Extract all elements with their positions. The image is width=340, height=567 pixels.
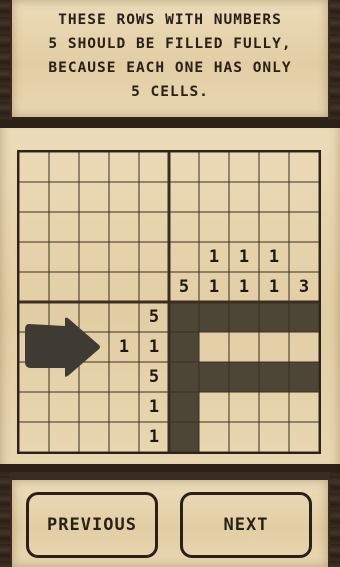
- filled-cell[interactable]: [169, 392, 199, 422]
- instruction-text: These rows with numbers 5 should be fill…: [18, 8, 322, 104]
- filled-cell[interactable]: [199, 302, 229, 332]
- column-clue: 3: [299, 277, 309, 297]
- instruction-line: 5 cells.: [131, 84, 209, 100]
- filled-cell[interactable]: [169, 362, 199, 392]
- row-clue: 1: [149, 427, 159, 447]
- filled-cell[interactable]: [259, 362, 289, 392]
- column-clue: 1: [239, 247, 249, 267]
- filled-cell[interactable]: [289, 362, 319, 392]
- instruction-line: These rows with numbers: [58, 12, 282, 28]
- nonogram-grid[interactable]: 51111113511511: [17, 150, 321, 454]
- grid-canvas[interactable]: 5111111 351 1511: [19, 152, 319, 452]
- filled-cell[interactable]: [229, 362, 259, 392]
- row-clue: 5: [149, 307, 159, 327]
- column-clue: 1: [239, 277, 249, 297]
- board-panel: 51111113511511: [0, 120, 340, 472]
- filled-cell[interactable]: [289, 302, 319, 332]
- filled-cell[interactable]: [169, 302, 199, 332]
- previous-button[interactable]: Previous: [26, 492, 158, 558]
- filled-cell[interactable]: [169, 332, 199, 362]
- column-clue: 1: [269, 277, 279, 297]
- instruction-line: 5 should be filled fully,: [48, 36, 292, 52]
- filled-cell[interactable]: [229, 302, 259, 332]
- next-button[interactable]: Next: [180, 492, 312, 558]
- navigation-panel: Previous Next: [12, 480, 328, 567]
- column-clue: 1: [209, 247, 219, 267]
- row-clue: 5: [149, 367, 159, 387]
- filled-cell[interactable]: [259, 302, 289, 332]
- filled-cell[interactable]: [169, 422, 199, 452]
- column-clue: 1: [269, 247, 279, 267]
- bottom-separator: [0, 464, 340, 472]
- row-clue: 1: [149, 397, 159, 417]
- row-clue: 1: [119, 337, 129, 357]
- row-clue: 1: [149, 337, 159, 357]
- instruction-line: because each one has only: [48, 60, 292, 76]
- filled-cell[interactable]: [199, 362, 229, 392]
- instruction-panel: These rows with numbers 5 should be fill…: [12, 0, 328, 120]
- column-clue: 5: [179, 277, 189, 297]
- column-clue: 1: [209, 277, 219, 297]
- arrow-right-icon: [25, 317, 100, 377]
- top-separator: [0, 120, 340, 128]
